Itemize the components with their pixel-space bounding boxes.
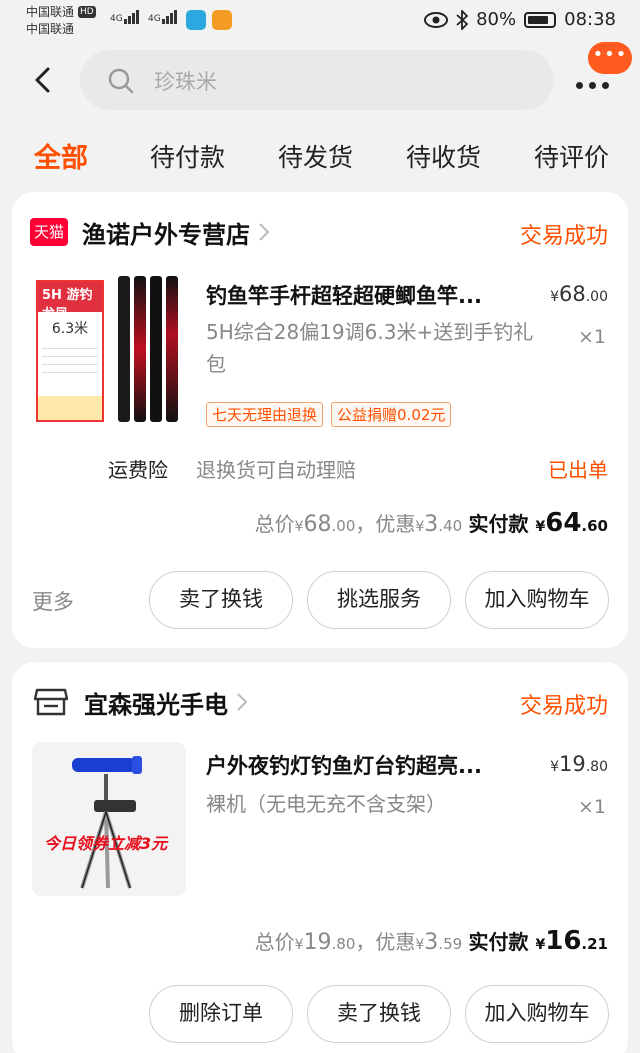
tag-return-policy: 七天无理由退换 <box>206 402 324 427</box>
order-totals: 总价¥68.00，优惠¥3.40 实付款 ¥64.60 <box>254 508 608 538</box>
status-right: 80% 08:38 <box>424 9 616 30</box>
bluetooth-icon <box>456 9 469 30</box>
video-app-icon <box>212 10 232 30</box>
battery-percent: 80% <box>476 9 517 30</box>
order-tabs: 全部 待付款 待发货 待收货 待评价 <box>0 138 640 178</box>
tag-charity: 公益捐赠0.02元 <box>331 402 452 427</box>
product-image[interactable]: 5H 游钓龙凤 6.3米 <box>32 272 186 426</box>
hd-icon: HD <box>78 6 96 18</box>
product-qty: ×1 <box>577 326 606 348</box>
order-card: 天猫 渔诺户外专营店 交易成功 5H 游钓龙凤 6.3米 钓鱼竿手杆超轻超硬鲫鱼… <box>12 192 628 648</box>
store-name: 宜森强光手电 <box>84 690 228 719</box>
resell-button[interactable]: 卖了换钱 <box>149 571 293 629</box>
product-qty: ×1 <box>577 796 606 818</box>
search-bar[interactable]: 珍珠米 <box>80 50 554 110</box>
store-icon <box>34 688 68 716</box>
carrier-info: 中国联通 HD 中国联通 <box>26 4 96 38</box>
battery-icon <box>524 11 557 28</box>
product-title[interactable]: 户外夜钓灯钓鱼灯台钓超亮... <box>206 750 526 780</box>
order-status: 交易成功 <box>519 694 608 719</box>
delete-order-button[interactable]: 删除订单 <box>149 985 293 1043</box>
order-card: 宜森强光手电 交易成功 今日领券立减3元 户外夜钓灯钓鱼灯台钓超亮... 裸机（… <box>12 662 628 1053</box>
insurance-label: 运费险 <box>108 458 168 482</box>
tripod-lamp-illustration <box>72 756 142 889</box>
add-to-cart-button[interactable]: 加入购物车 <box>465 985 609 1043</box>
tab-pending-payment[interactable]: 待付款 <box>150 138 225 174</box>
product-sku: 5H综合28偏19调6.3米+送到手钓礼包 <box>206 320 534 376</box>
back-arrow-icon[interactable] <box>32 66 54 94</box>
tab-all[interactable]: 全部 <box>34 136 88 175</box>
eye-icon <box>424 11 449 28</box>
product-sku: 裸机（无电无充不含支架） <box>206 792 446 816</box>
tab-pending-review[interactable]: 待评价 <box>534 138 609 174</box>
status-bar: 中国联通 HD 中国联通 4G 4G 80% 08:38 <box>0 0 640 44</box>
tmall-badge: 天猫 <box>30 218 68 246</box>
promo-text: 今日领券立减3元 <box>44 834 168 853</box>
tab-pending-receipt[interactable]: 待收货 <box>406 138 481 174</box>
product-title[interactable]: 钓鱼竿手杆超轻超硬鲫鱼竿... <box>206 280 526 310</box>
chevron-right-icon <box>259 223 270 241</box>
search-icon <box>108 68 134 94</box>
chevron-right-icon <box>237 693 248 711</box>
app-notification-icon <box>186 10 206 30</box>
carrier-2: 中国联通 <box>26 22 75 36</box>
store-header[interactable]: 天猫 渔诺户外专营店 <box>30 214 270 250</box>
signal-icon-2: 4G <box>148 10 177 24</box>
resell-button[interactable]: 卖了换钱 <box>307 985 451 1043</box>
more-menu-icon[interactable] <box>576 74 615 93</box>
tab-pending-shipment[interactable]: 待发货 <box>278 138 353 174</box>
product-image[interactable]: 今日领券立减3元 <box>32 742 186 896</box>
product-spec-card: 5H 游钓龙凤 6.3米 <box>36 280 104 422</box>
add-to-cart-button[interactable]: 加入购物车 <box>465 571 609 629</box>
order-totals: 总价¥19.80，优惠¥3.59 实付款 ¥16.21 <box>254 926 608 956</box>
search-placeholder: 珍珠米 <box>154 70 217 94</box>
insurance-status: 已出单 <box>548 458 608 482</box>
clock: 08:38 <box>564 9 616 30</box>
carrier-1: 中国联通 <box>26 5 75 19</box>
more-options[interactable]: 更多 <box>32 586 74 616</box>
store-header[interactable]: 宜森强光手电 <box>30 684 248 720</box>
signal-icon-1: 4G <box>110 10 139 24</box>
product-price: ¥19.80 <box>550 752 608 776</box>
select-service-button[interactable]: 挑选服务 <box>307 571 451 629</box>
store-name: 渔诺户外专营店 <box>82 220 250 249</box>
product-price: ¥68.00 <box>550 282 608 306</box>
service-tags: 七天无理由退换 公益捐赠0.02元 <box>206 402 452 427</box>
insurance-text: 退换货可自动理赔 <box>196 458 356 482</box>
message-badge[interactable]: ••• <box>588 42 632 74</box>
order-status: 交易成功 <box>519 224 608 249</box>
